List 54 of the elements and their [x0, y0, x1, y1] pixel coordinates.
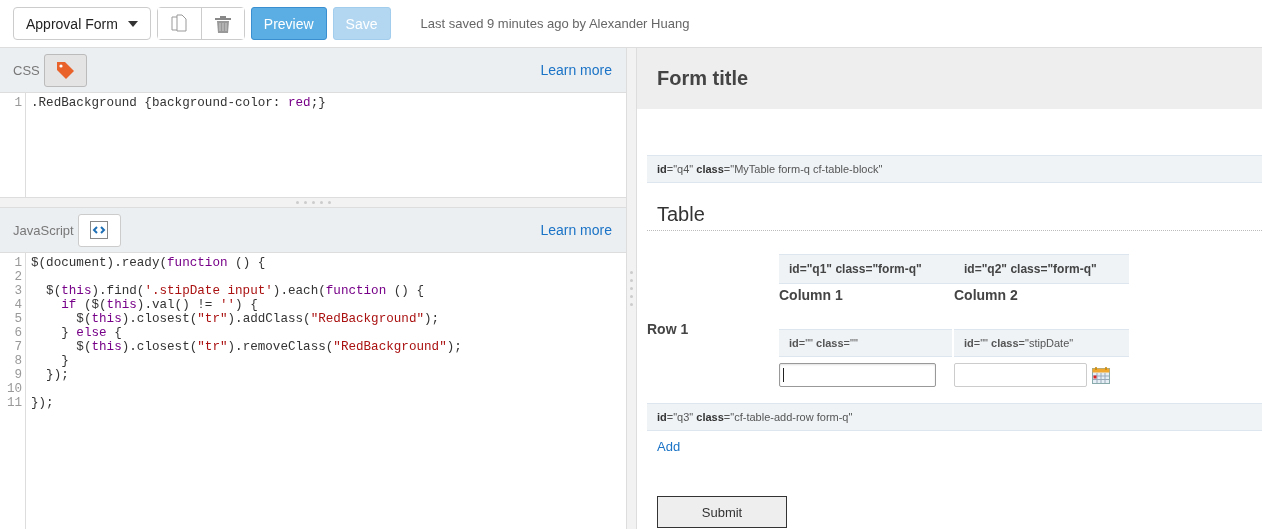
- row-label: Row 1: [647, 320, 690, 339]
- text-field[interactable]: [779, 363, 936, 387]
- learn-more-link[interactable]: Learn more: [540, 62, 612, 78]
- line-number: 3: [13, 284, 22, 298]
- trash-icon: [214, 14, 231, 33]
- code-line: $(document).ready(function () {: [31, 256, 266, 270]
- preview-button[interactable]: Preview: [250, 7, 327, 40]
- form-title: Form title: [657, 67, 749, 90]
- editor-label: CSS: [13, 62, 40, 78]
- code-line: .RedBackground {background-color: red;}: [31, 96, 326, 110]
- line-number: 1: [13, 96, 22, 110]
- line-number: 8: [13, 354, 22, 368]
- line-number: 11: [5, 396, 22, 410]
- tag-button[interactable]: [43, 53, 87, 87]
- code-line: $(this).find('.stipDate input').each(function () {: [45, 284, 425, 298]
- learn-more-link[interactable]: Learn more: [540, 222, 612, 238]
- code-line: }: [60, 354, 69, 368]
- splitter-handle[interactable]: [629, 269, 634, 308]
- table-heading: Table: [657, 203, 705, 225]
- code-line: } else {: [60, 326, 122, 340]
- add-link[interactable]: Add: [657, 439, 681, 454]
- save-status: Last saved 9 minutes ago by Alexander Huang: [420, 16, 690, 31]
- editor-label: JavaScript: [13, 222, 74, 238]
- caret-icon: [127, 20, 138, 27]
- code-line: if ($(this).val() != '') {: [60, 298, 258, 312]
- element-info: id="q3" class="cf-table-add-row form-q": [657, 411, 853, 423]
- code-icon: [90, 221, 109, 239]
- code-line: $(this).closest("tr").addClass("RedBackground");: [75, 312, 440, 326]
- element-info: id="" class="stipDate": [964, 337, 1074, 349]
- line-number: 5: [13, 312, 22, 326]
- line-number: 10: [5, 382, 22, 396]
- line-number: 2: [13, 270, 22, 284]
- copy-icon: [171, 13, 188, 34]
- code-line: $(this).closest("tr").removeClass("RedBackground");: [75, 340, 462, 354]
- line-number: 1: [13, 256, 22, 270]
- column-header: Column 1: [779, 287, 844, 303]
- line-number: 7: [13, 340, 22, 354]
- date-field[interactable]: [954, 363, 1087, 387]
- element-info: id="q4" class="MyTable form-q cf-table-block": [657, 163, 883, 175]
- form-select[interactable]: Approval Form: [13, 7, 151, 40]
- column-info: id="q1" class="form-q": [789, 262, 922, 276]
- code-line: });: [45, 368, 69, 382]
- calendar-icon[interactable]: [1092, 366, 1110, 384]
- tag-icon: [55, 60, 76, 80]
- line-number: 4: [13, 298, 22, 312]
- submit-button[interactable]: Submit: [657, 496, 787, 528]
- code-button[interactable]: [77, 213, 121, 247]
- code-line: });: [31, 396, 54, 410]
- delete-button[interactable]: [200, 8, 244, 39]
- column-info: id="q2" class="form-q": [964, 262, 1097, 276]
- line-number: 6: [13, 326, 22, 340]
- line-number: 9: [13, 368, 22, 382]
- element-info: id="" class="": [789, 337, 858, 349]
- column-header: Column 2: [954, 287, 1019, 303]
